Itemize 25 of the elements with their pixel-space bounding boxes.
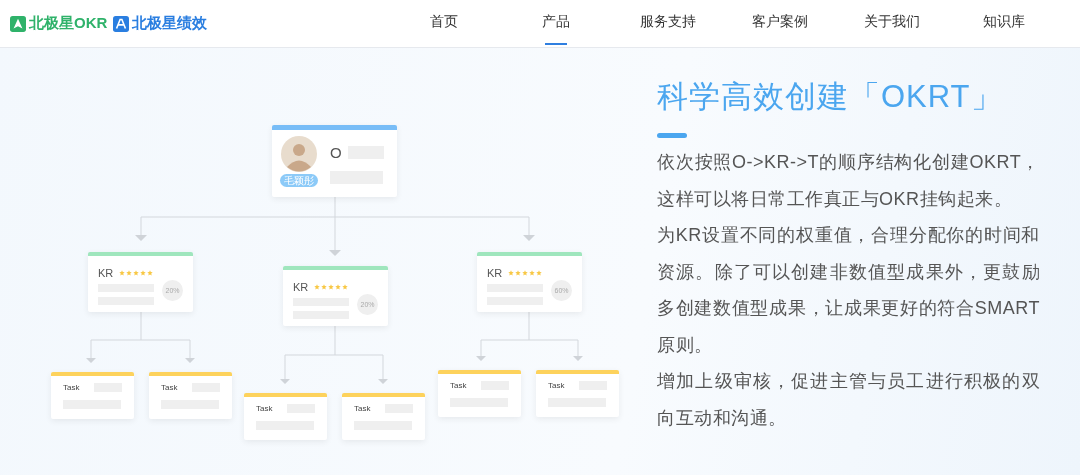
feature-paragraph: 为KR设置不同的权重值，合理分配你的时间和资源。除了可以创建非数值型成果外，更鼓励多创建数值型成果，让成果更好的符合SMART原则。 xyxy=(657,224,1040,357)
nav-link[interactable]: 服务支持 xyxy=(612,0,724,48)
nav-link[interactable]: 首页 xyxy=(388,0,500,48)
task-label: Task xyxy=(354,404,372,413)
owner-badge: 毛颖彤 xyxy=(280,174,318,187)
avatar-icon xyxy=(281,136,317,172)
logo-icon xyxy=(10,15,26,32)
logo-icon xyxy=(113,15,130,32)
key-result-label: KR xyxy=(98,267,114,279)
feature-paragraph: 依次按照O->KR->T的顺序结构化创建OKRT，这样可以将日常工作真正与OKR挂钩起来。 xyxy=(657,151,1040,211)
objective-label: O xyxy=(330,144,342,161)
title-underline xyxy=(657,133,687,138)
nav-link[interactable]: 知识库 xyxy=(948,0,1060,48)
task-label: Task xyxy=(450,381,468,390)
task-label: Task xyxy=(161,383,179,392)
task-label: Task xyxy=(63,383,81,392)
task-label: Task xyxy=(256,404,274,413)
nav-link[interactable]: 关于我们 xyxy=(836,0,948,48)
key-result-label: KR xyxy=(487,267,503,279)
key-result-label: KR xyxy=(293,281,309,293)
logo-text[interactable]: 北极星绩效 xyxy=(132,14,208,33)
feature-paragraph: 增加上级审核，促进主管与员工进行积极的双向互动和沟通。 xyxy=(657,370,1040,430)
feature-title: 科学高效创建「OKRT」 xyxy=(657,78,1004,116)
nav-link[interactable]: 客户案例 xyxy=(724,0,836,48)
task-label: Task xyxy=(548,381,566,390)
